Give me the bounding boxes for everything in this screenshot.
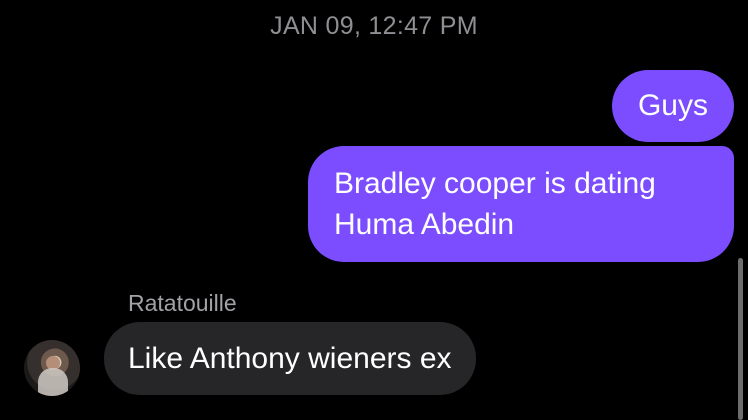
avatar[interactable]: [24, 340, 80, 396]
sent-message-bubble[interactable]: Guys: [611, 70, 734, 142]
received-message-bubble[interactable]: Like Anthony wieners ex: [104, 322, 476, 395]
sent-message-bubble[interactable]: Bradley cooper is dating Huma Abedin: [308, 146, 734, 262]
message-timestamp: JAN 09, 12:47 PM: [270, 12, 478, 40]
scrollbar[interactable]: [738, 258, 743, 420]
avatar-figure-shape: [38, 368, 68, 396]
sender-name: Ratatouille: [128, 290, 237, 316]
